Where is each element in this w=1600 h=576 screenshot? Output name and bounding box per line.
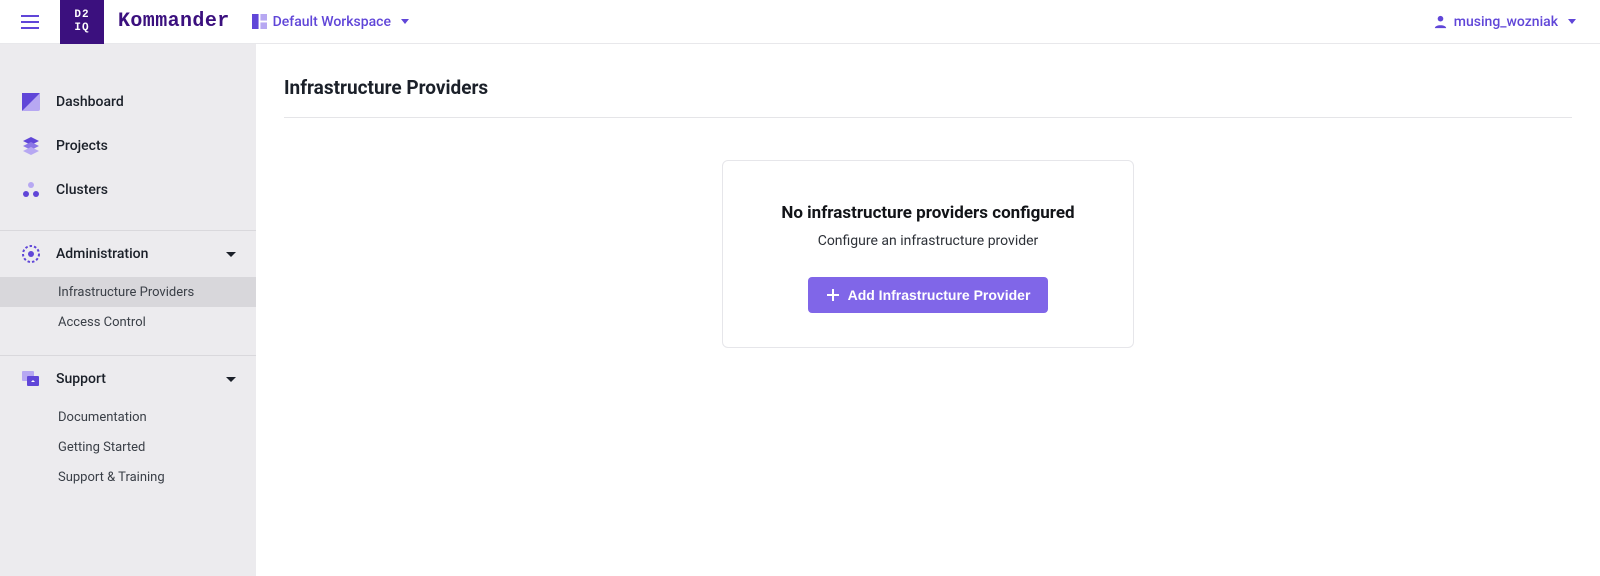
sidebar-item-label: Support & Training	[58, 470, 165, 485]
sidebar-item-label: Clusters	[56, 182, 108, 198]
sidebar-item-label: Projects	[56, 138, 108, 154]
chevron-down-icon	[401, 19, 409, 24]
empty-state-title: No infrastructure providers configured	[743, 203, 1113, 223]
divider	[284, 117, 1572, 118]
add-infrastructure-provider-button[interactable]: Add Infrastructure Provider	[808, 277, 1049, 313]
plus-icon	[826, 288, 840, 302]
support-icon	[22, 370, 40, 388]
chevron-down-icon	[1568, 19, 1576, 24]
button-label: Add Infrastructure Provider	[848, 287, 1031, 303]
workspace-label: Default Workspace	[273, 14, 391, 30]
sidebar-item-support-training[interactable]: Support & Training	[0, 462, 256, 492]
user-icon	[1433, 14, 1448, 29]
chevron-down-icon	[226, 377, 236, 382]
empty-state-subtitle: Configure an infrastructure provider	[743, 233, 1113, 249]
sidebar-item-label: Dashboard	[56, 94, 124, 110]
logo-line-1: D2	[74, 9, 89, 21]
brand-logo: D2 IQ	[60, 0, 104, 44]
sidebar-item-getting-started[interactable]: Getting Started	[0, 432, 256, 462]
sidebar-item-access-control[interactable]: Access Control	[0, 307, 256, 337]
workspace-icon	[252, 14, 267, 29]
sidebar-item-infrastructure-providers[interactable]: Infrastructure Providers	[0, 277, 256, 307]
projects-icon	[22, 137, 40, 155]
sidebar-item-label: Infrastructure Providers	[58, 285, 194, 300]
page-title: Infrastructure Providers	[284, 76, 1572, 117]
hamburger-button[interactable]	[0, 0, 60, 44]
sidebar-section-label: Administration	[56, 246, 148, 262]
logo-line-2: IQ	[74, 22, 89, 34]
brand-name: Kommander	[118, 10, 230, 33]
sidebar-section-administration[interactable]: Administration	[0, 231, 256, 277]
user-menu[interactable]: musing_wozniak	[1433, 14, 1576, 30]
empty-state-card: No infrastructure providers configured C…	[722, 160, 1134, 348]
sidebar-item-label: Documentation	[58, 410, 147, 425]
user-label: musing_wozniak	[1454, 14, 1558, 30]
sidebar-item-label: Getting Started	[58, 440, 145, 455]
main-content: Infrastructure Providers No infrastructu…	[256, 44, 1600, 576]
clusters-icon	[22, 181, 40, 199]
sidebar-section-support[interactable]: Support	[0, 356, 256, 402]
dashboard-icon	[22, 93, 40, 111]
workspace-switcher[interactable]: Default Workspace	[252, 14, 409, 30]
sidebar-section-label: Support	[56, 371, 106, 387]
sidebar-item-documentation[interactable]: Documentation	[0, 402, 256, 432]
sidebar-item-clusters[interactable]: Clusters	[0, 168, 256, 212]
sidebar-item-dashboard[interactable]: Dashboard	[0, 80, 256, 124]
topbar: D2 IQ Kommander Default Workspace musing…	[0, 0, 1600, 44]
sidebar-item-projects[interactable]: Projects	[0, 124, 256, 168]
gear-icon	[22, 245, 40, 263]
sidebar-item-label: Access Control	[58, 315, 146, 330]
chevron-down-icon	[226, 252, 236, 257]
sidebar: Dashboard Projects Clusters	[0, 44, 256, 576]
menu-icon	[21, 15, 39, 29]
